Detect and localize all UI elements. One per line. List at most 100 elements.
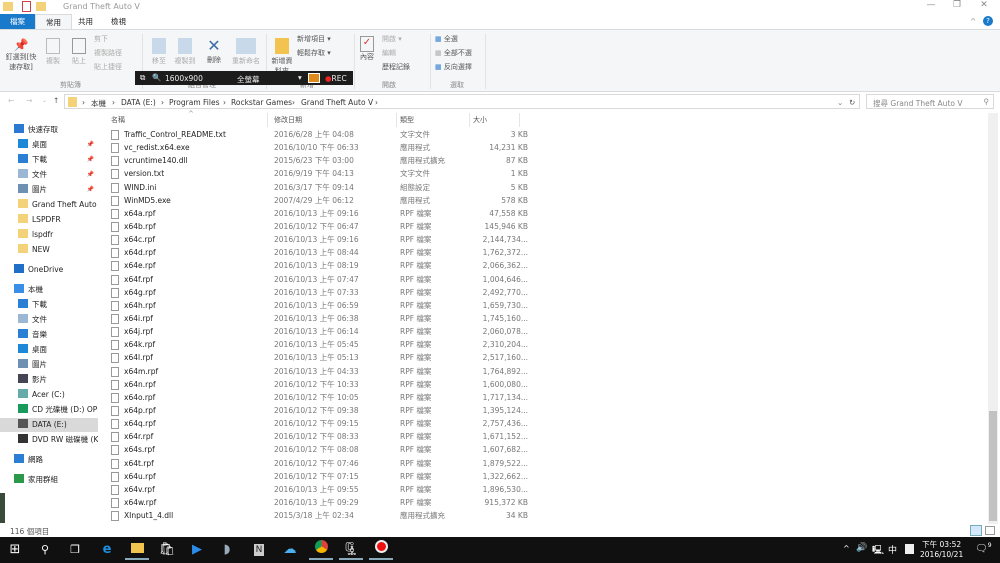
- pin-icon[interactable]: 📌: [87, 138, 94, 152]
- input-mode-icon[interactable]: [905, 544, 914, 554]
- details-view-button[interactable]: [970, 525, 982, 536]
- edge-icon[interactable]: e: [95, 540, 119, 560]
- file-row[interactable]: x64w.rpf 2016/10/13 上午 09:29 RPF 檔案 915,372…: [108, 496, 528, 509]
- nav-item[interactable]: 本機: [0, 283, 98, 297]
- steam-icon[interactable]: ◗: [215, 540, 239, 560]
- invert-selection-button[interactable]: ▦ 反向選擇: [435, 62, 472, 72]
- file-row[interactable]: x64h.rpf 2016/10/13 上午 06:59 RPF 檔案 1,659,7…: [108, 299, 528, 312]
- new-folder-icon[interactable]: [36, 2, 46, 11]
- maximize-button[interactable]: ❐: [943, 0, 971, 14]
- select-all-button[interactable]: ▦ 全選: [435, 34, 458, 44]
- open-button[interactable]: 開啟 ▾: [382, 34, 402, 44]
- file-row[interactable]: x64c.rpf 2016/10/13 上午 09:16 RPF 檔案 2,144,7…: [108, 233, 528, 246]
- edit-button[interactable]: 編輯: [382, 48, 396, 58]
- file-explorer-icon[interactable]: [125, 540, 149, 560]
- volume-icon[interactable]: 🔊: [856, 543, 867, 553]
- file-row[interactable]: Traffic_Control_README.txt 2016/6/28 上午 0…: [108, 128, 528, 141]
- file-row[interactable]: x64a.rpf 2016/10/13 上午 09:16 RPF 檔案 47,558 …: [108, 207, 528, 220]
- file-row[interactable]: WIND.ini 2016/3/17 下午 09:14 組態設定 5 KB: [108, 181, 528, 194]
- media-player-icon[interactable]: ▶: [185, 540, 209, 560]
- breadcrumb-this-pc[interactable]: 本機: [91, 98, 106, 109]
- file-row[interactable]: x64k.rpf 2016/10/13 上午 05:45 RPF 檔案 2,310,2…: [108, 338, 528, 351]
- new-item-button[interactable]: 新增項目 ▾: [297, 34, 331, 44]
- search-icon[interactable]: ⚲: [33, 540, 57, 560]
- properties-button[interactable]: ✓ 內容: [357, 36, 377, 62]
- breadcrumb-data[interactable]: DATA (E:): [121, 98, 156, 107]
- file-row[interactable]: x64o.rpf 2016/10/12 下午 10:05 RPF 檔案 1,717,1…: [108, 391, 528, 404]
- minimize-button[interactable]: —: [917, 0, 945, 14]
- chrome-icon[interactable]: [309, 540, 333, 560]
- back-button[interactable]: ←: [8, 96, 14, 105]
- nav-item[interactable]: Acer (C:): [0, 388, 98, 402]
- file-row[interactable]: x64r.rpf 2016/10/12 下午 08:33 RPF 檔案 1,671,1…: [108, 430, 528, 443]
- copy-path-button[interactable]: 複製路徑: [94, 48, 122, 58]
- move-to-button[interactable]: 移至: [148, 38, 170, 66]
- nav-item[interactable]: DVD RW 磁碟機 (K: [0, 433, 98, 447]
- nav-item[interactable]: 桌面 📌: [0, 138, 98, 152]
- delete-button[interactable]: ✕ 刪除: [203, 36, 225, 65]
- address-dropdown[interactable]: ⌄: [837, 98, 843, 107]
- column-header-type[interactable]: 類型: [397, 113, 470, 127]
- close-button[interactable]: ✕: [970, 0, 998, 14]
- breadcrumb-gta[interactable]: Grand Theft Auto V: [301, 98, 373, 107]
- column-header-date[interactable]: 修改日期: [271, 113, 397, 127]
- file-row[interactable]: version.txt 2016/9/19 下午 04:13 文字文件 1 KB: [108, 167, 528, 180]
- rename-button[interactable]: 重新命名: [228, 38, 264, 66]
- file-row[interactable]: x64f.rpf 2016/10/13 上午 07:47 RPF 檔案 1,004,6…: [108, 273, 528, 286]
- network-icon[interactable]: 🖳: [872, 543, 884, 559]
- file-row[interactable]: x64d.rpf 2016/10/13 上午 08:44 RPF 檔案 1,762,3…: [108, 246, 528, 259]
- nav-item[interactable]: lspdfr: [0, 228, 98, 242]
- file-row[interactable]: vcruntime140.dll 2015/6/23 下午 03:00 應用程式擴充…: [108, 154, 528, 167]
- search-input[interactable]: 搜尋 Grand Theft Auto V ⚲: [866, 94, 994, 109]
- nav-item[interactable]: OneDrive: [0, 263, 98, 277]
- nav-item[interactable]: 下載: [0, 298, 98, 312]
- file-row[interactable]: x64p.rpf 2016/10/12 下午 09:38 RPF 檔案 1,395,1…: [108, 404, 528, 417]
- zoom-icon[interactable]: 🔍: [152, 73, 161, 82]
- select-none-button[interactable]: ▦ 全部不選: [435, 48, 472, 58]
- file-row[interactable]: x64s.rpf 2016/10/12 下午 08:08 RPF 檔案 1,607,6…: [108, 443, 528, 456]
- nav-item[interactable]: NEW: [0, 243, 98, 257]
- paste-shortcut-button[interactable]: 貼上捷徑: [94, 62, 122, 72]
- file-row[interactable]: x64l.rpf 2016/10/13 上午 05:13 RPF 檔案 2,517,1…: [108, 351, 528, 364]
- cloud-app-icon[interactable]: ☁: [278, 540, 302, 560]
- ime-indicator[interactable]: 中: [888, 543, 897, 556]
- copy-to-button[interactable]: 複製到: [172, 38, 198, 66]
- tab-view[interactable]: 檢視: [101, 14, 136, 29]
- tab-file[interactable]: 檔案: [0, 14, 35, 29]
- file-row[interactable]: XInput1_4.dll 2015/3/18 上午 02:34 應用程式擴充 34 …: [108, 509, 528, 522]
- resolution-label[interactable]: 1600x900: [165, 74, 203, 83]
- breadcrumb-program-files[interactable]: Program Files: [169, 98, 220, 107]
- nav-item[interactable]: 快速存取: [0, 123, 98, 137]
- nav-item[interactable]: 家用群組: [0, 473, 98, 487]
- pin-quick-access-button[interactable]: 📌 釘選到[快速存取]: [4, 38, 38, 72]
- winrar-icon[interactable]: 🗜: [339, 540, 363, 560]
- breadcrumb-rockstar[interactable]: Rockstar Games: [231, 98, 292, 107]
- file-row[interactable]: WinMD5.exe 2007/4/29 上午 06:12 應用程式 578 KB: [108, 194, 528, 207]
- vertical-scrollbar[interactable]: [988, 113, 998, 524]
- nav-item[interactable]: 圖片 📌: [0, 183, 98, 197]
- column-header-size[interactable]: 大小: [470, 113, 520, 127]
- nav-item[interactable]: CD 光碟機 (D:) OPE: [0, 403, 98, 417]
- file-row[interactable]: x64v.rpf 2016/10/13 上午 09:55 RPF 檔案 1,896,5…: [108, 483, 528, 496]
- show-hidden-icons[interactable]: ^: [843, 544, 850, 553]
- nav-item[interactable]: Grand Theft Auto V: [0, 198, 98, 212]
- nav-item[interactable]: 文件: [0, 313, 98, 327]
- nav-item[interactable]: 網路: [0, 453, 98, 467]
- nav-item[interactable]: 音樂: [0, 328, 98, 342]
- side-widget[interactable]: [0, 493, 5, 523]
- history-button[interactable]: 歷程記錄: [382, 62, 410, 72]
- nav-item[interactable]: 影片: [0, 373, 98, 387]
- file-row[interactable]: x64i.rpf 2016/10/13 上午 06:38 RPF 檔案 1,745,1…: [108, 312, 528, 325]
- pin-icon[interactable]: 📌: [87, 153, 94, 167]
- file-row[interactable]: x64q.rpf 2016/10/12 下午 09:15 RPF 檔案 2,757,4…: [108, 417, 528, 430]
- action-center-icon[interactable]: 🗨9: [975, 542, 992, 554]
- file-row[interactable]: x64b.rpf 2016/10/12 下午 06:47 RPF 檔案 145,946…: [108, 220, 528, 233]
- app-n-icon[interactable]: N: [247, 540, 271, 560]
- recorder-icon[interactable]: [369, 540, 393, 560]
- refresh-icon[interactable]: ↻: [849, 98, 855, 107]
- nav-item[interactable]: 下載 📌: [0, 153, 98, 167]
- dropdown-icon[interactable]: ▾: [298, 73, 302, 82]
- task-view-icon[interactable]: ❐: [63, 540, 87, 560]
- record-button[interactable]: ●REC: [325, 74, 347, 83]
- copy-button[interactable]: 複製: [42, 38, 64, 66]
